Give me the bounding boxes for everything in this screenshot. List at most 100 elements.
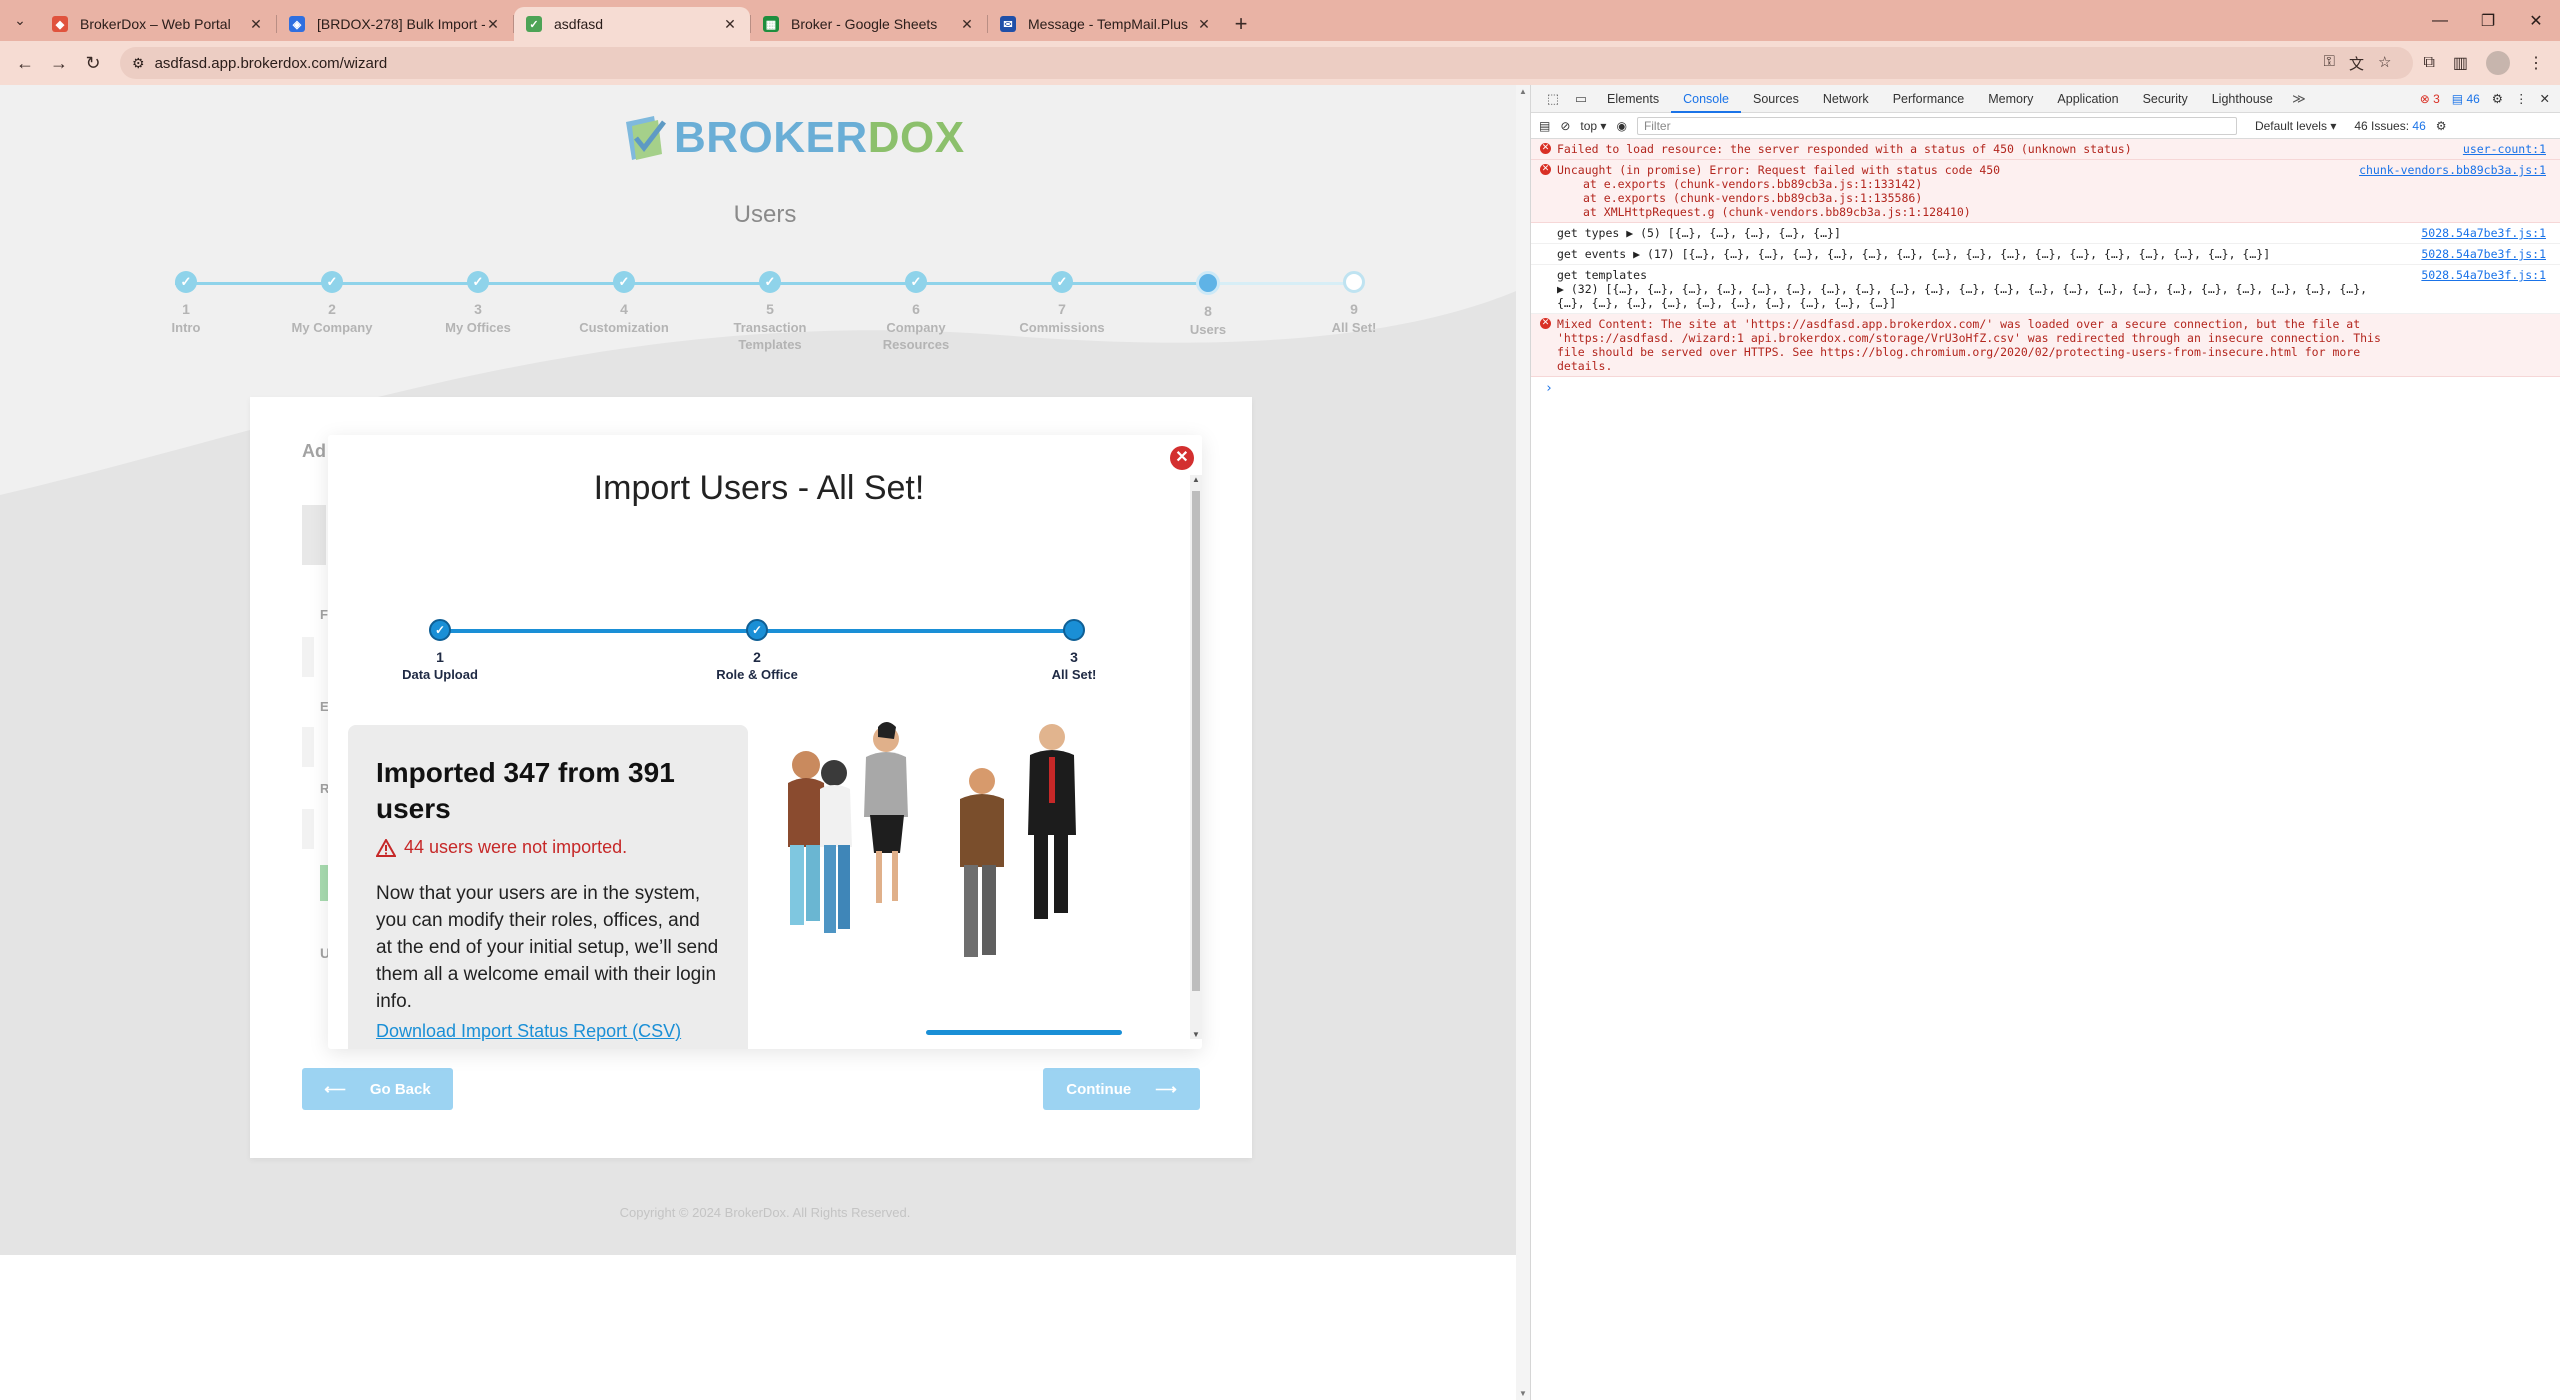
console-log-row[interactable]: get events ▶ (17) [{…}, {…}, {…}, {…}, {… bbox=[1531, 244, 2560, 265]
devtools-tab[interactable]: Application bbox=[2045, 85, 2130, 113]
reload-icon[interactable]: ↻ bbox=[76, 46, 110, 80]
devtools-tab[interactable]: Console bbox=[1671, 85, 1741, 113]
modal-step-number: 3 bbox=[1070, 649, 1078, 665]
modal-scrollbar[interactable]: ▲ ▼ bbox=[1190, 475, 1202, 1039]
devtools-tab[interactable]: Security bbox=[2131, 85, 2200, 113]
console-message-line: at e.exports (chunk-vendors.bb89cb3a.js:… bbox=[1583, 191, 1923, 205]
close-modal-button[interactable]: ✕ bbox=[1170, 446, 1194, 470]
modal-step-label: Data Upload bbox=[402, 667, 478, 682]
console-source-link[interactable]: chunk-vendors.bb89cb3a.js:1 bbox=[2359, 163, 2546, 177]
devtools-menu-icon[interactable]: ⋮ bbox=[2515, 91, 2528, 106]
extensions-icon[interactable]: ⧉ bbox=[2423, 54, 2434, 72]
console-log-row[interactable]: get templates ▶ (32) [{…}, {…}, {…}, {…},… bbox=[1531, 265, 2560, 314]
devtools-tab[interactable]: Network bbox=[1811, 85, 1881, 113]
page-scroll-down-icon[interactable]: ▼ bbox=[1516, 1389, 1530, 1398]
devtools-tab[interactable]: Elements bbox=[1595, 85, 1671, 113]
download-report-link[interactable]: Download Import Status Report (CSV) bbox=[376, 1021, 720, 1042]
card-input-fragment-3 bbox=[302, 809, 314, 849]
side-panel-icon[interactable]: ▥ bbox=[2453, 53, 2468, 73]
console-error-row[interactable]: ✕ Mixed Content: The site at 'https://asd… bbox=[1531, 314, 2560, 377]
modal-step: 3 All Set! bbox=[994, 619, 1154, 682]
browser-tab[interactable]: ✉ Message - TempMail.Plus ✕ bbox=[988, 7, 1224, 41]
person-tie bbox=[1049, 757, 1055, 803]
close-window-icon[interactable]: ✕ bbox=[2512, 0, 2560, 41]
back-icon[interactable]: ← bbox=[8, 46, 42, 80]
console-filter-input[interactable]: Filter bbox=[1636, 116, 2237, 135]
continue-button[interactable]: Continue ⟶ bbox=[1043, 1068, 1200, 1110]
translate-icon[interactable]: 文 bbox=[2349, 53, 2364, 74]
console-message-line: Failed to load resource: the server resp… bbox=[1557, 142, 2132, 156]
shield-icon: ◆ bbox=[52, 16, 68, 32]
tab-close-icon[interactable]: ✕ bbox=[1196, 16, 1212, 33]
wizard-step-label: Company Resources bbox=[882, 320, 950, 352]
profile-avatar[interactable] bbox=[2486, 51, 2510, 75]
person-body bbox=[820, 785, 852, 847]
step-check-icon: ✓ bbox=[321, 271, 343, 293]
more-tabs-icon[interactable]: ≫ bbox=[2285, 91, 2313, 107]
live-expression-eye-icon[interactable]: ◉ bbox=[1616, 119, 1626, 133]
devtools-tab-bar: ⬚ ▭ Elements Console Sources Network Perform… bbox=[1531, 85, 2560, 113]
modal-scrollbar-thumb[interactable] bbox=[1192, 491, 1200, 991]
console-settings-icon[interactable]: ⚙ bbox=[2436, 119, 2447, 133]
browser-tab[interactable]: ✓ asdfasd ✕ bbox=[514, 7, 750, 41]
site-info-icon[interactable]: ⚙ bbox=[132, 55, 145, 72]
browser-tab[interactable]: ◆ BrokerDox – Web Portal ✕ bbox=[40, 7, 276, 41]
new-tab-button[interactable]: + bbox=[1224, 7, 1258, 41]
console-log-row[interactable]: get types ▶ (5) [{…}, {…}, {…}, {…}, {…}… bbox=[1531, 223, 2560, 244]
minimize-icon[interactable]: — bbox=[2416, 0, 2464, 41]
password-key-icon[interactable]: ⚿ bbox=[2324, 53, 2335, 74]
issues-counter[interactable]: 46 Issues: 46 bbox=[2354, 119, 2425, 133]
page-title: Users bbox=[733, 201, 797, 228]
tab-close-icon[interactable]: ✕ bbox=[248, 16, 264, 33]
inspect-element-icon[interactable]: ⬚ bbox=[1539, 91, 1567, 107]
devtools-tab[interactable]: Lighthouse bbox=[2200, 85, 2285, 113]
bookmark-star-icon[interactable]: ☆ bbox=[2378, 53, 2391, 74]
person-head bbox=[821, 760, 847, 786]
console-prompt[interactable]: › bbox=[1531, 377, 2560, 400]
console-message-line: get types ▶ (5) [{…}, {…}, {…}, {…}, {…}… bbox=[1557, 226, 1841, 240]
console-source-link[interactable]: 5028.54a7be3f.js:1 bbox=[2421, 247, 2546, 261]
logo-mark-icon bbox=[626, 116, 666, 160]
tab-search-icon[interactable]: ⌄ bbox=[0, 0, 40, 41]
card-image-fragment bbox=[302, 505, 326, 565]
wizard-step: ✓ 6 Company Resources bbox=[856, 271, 976, 353]
sidebar-toggle-icon[interactable]: ▤ bbox=[1539, 119, 1550, 133]
browser-tab[interactable]: ◈ [BRDOX-278] Bulk Import - "Da✕ bbox=[277, 7, 513, 41]
arrow-right-icon: ⟶ bbox=[1155, 1081, 1177, 1098]
devtools-tab[interactable]: Memory bbox=[1976, 85, 2045, 113]
go-back-button[interactable]: ⟵ Go Back bbox=[302, 1068, 453, 1110]
console-error-row[interactable]: ✕ Failed to load resource: the server res… bbox=[1531, 139, 2560, 160]
devtools-close-icon[interactable]: ✕ bbox=[2540, 91, 2550, 106]
console-source-link[interactable]: 5028.54a7be3f.js:1 bbox=[2421, 268, 2546, 282]
copyright-text: Copyright © 2024 BrokerDox. All Rights R… bbox=[619, 1205, 911, 1220]
settings-gear-icon[interactable]: ⚙ bbox=[2492, 91, 2503, 106]
browser-tab[interactable]: ▦ Broker - Google Sheets ✕ bbox=[751, 7, 987, 41]
message-count-badge[interactable]: ▤ 46 bbox=[2452, 92, 2480, 106]
forward-icon[interactable]: → bbox=[42, 46, 76, 80]
step-check-icon: ✓ bbox=[467, 271, 489, 293]
wizard-step-label: Customization bbox=[579, 320, 669, 335]
step-check-icon: ✓ bbox=[905, 271, 927, 293]
clear-console-icon[interactable]: ⊘ bbox=[1560, 119, 1570, 133]
menu-icon[interactable]: ⋮ bbox=[2528, 53, 2544, 73]
person-leg bbox=[982, 865, 996, 955]
page-scrollbar[interactable]: ▲ ▼ bbox=[1516, 85, 1530, 1400]
tab-close-icon[interactable]: ✕ bbox=[485, 16, 501, 33]
log-levels-dropdown[interactable]: Default levels ▾ bbox=[2255, 119, 2336, 133]
wizard-step: 8 Users bbox=[1148, 271, 1268, 338]
scroll-up-icon[interactable]: ▲ bbox=[1190, 475, 1202, 484]
devtools-tab[interactable]: Performance bbox=[1881, 85, 1977, 113]
console-error-row[interactable]: ✕ Uncaught (in promise) Error: Request fa… bbox=[1531, 160, 2560, 223]
devtools-tab[interactable]: Sources bbox=[1741, 85, 1811, 113]
restore-icon[interactable]: ❐ bbox=[2464, 0, 2512, 41]
console-source-link[interactable]: user-count:1 bbox=[2463, 142, 2546, 156]
tab-close-icon[interactable]: ✕ bbox=[722, 16, 738, 33]
tab-close-icon[interactable]: ✕ bbox=[959, 16, 975, 33]
context-selector[interactable]: top ▾ bbox=[1580, 119, 1606, 133]
address-bar[interactable]: ⚙ asdfasd.app.brokerdox.com/wizard ⚿ 文 ☆ bbox=[120, 47, 2414, 79]
console-source-link[interactable]: 5028.54a7be3f.js:1 bbox=[2421, 226, 2546, 240]
device-toolbar-icon[interactable]: ▭ bbox=[1567, 91, 1595, 107]
error-count-badge[interactable]: ⊗ 3 bbox=[2420, 92, 2440, 106]
page-scroll-up-icon[interactable]: ▲ bbox=[1516, 87, 1530, 96]
scroll-down-icon[interactable]: ▼ bbox=[1190, 1030, 1202, 1039]
